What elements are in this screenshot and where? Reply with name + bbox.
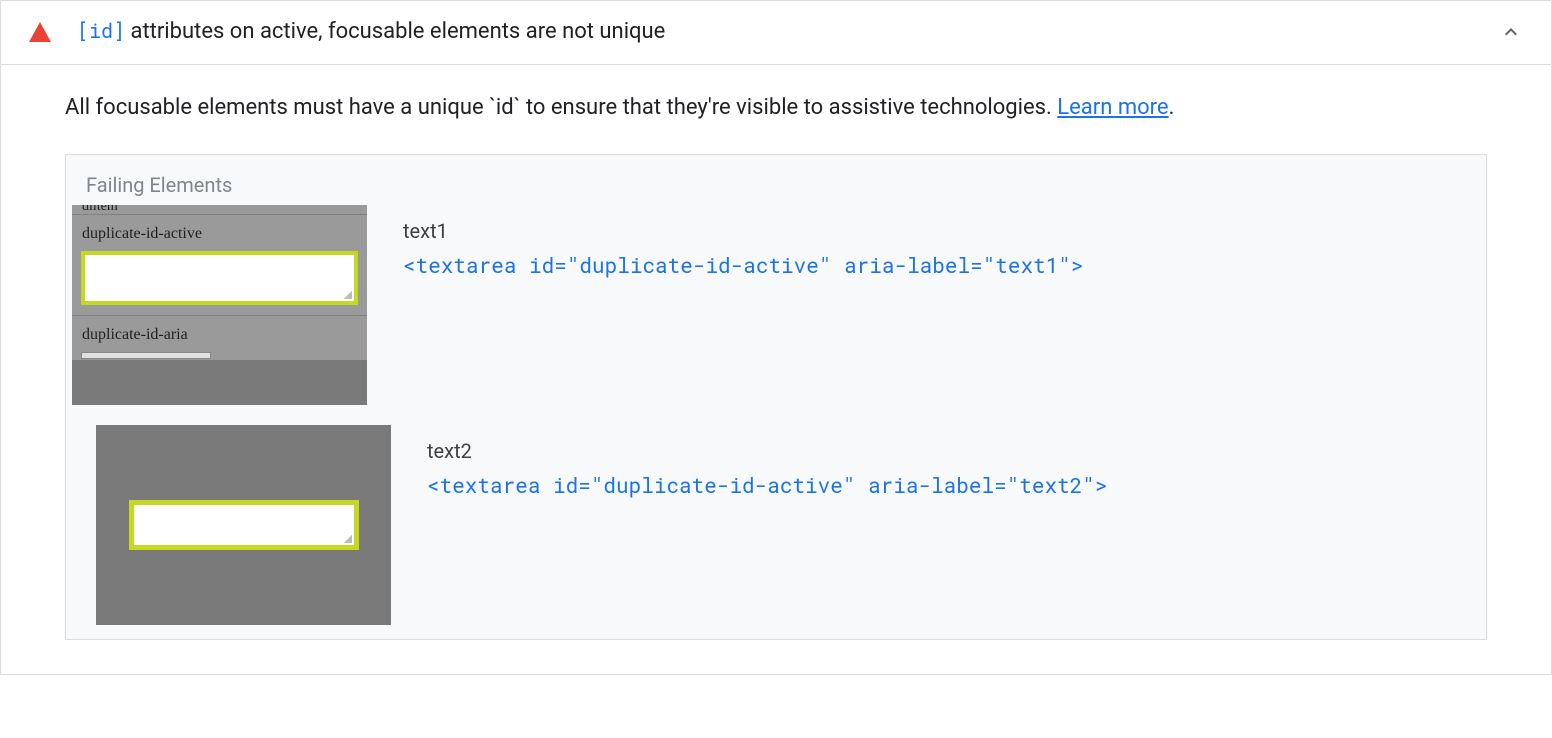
learn-more-link[interactable]: Learn more — [1057, 95, 1168, 120]
audit-title-code: [id] — [77, 18, 125, 44]
thumb-text: duplicate-id-aria — [72, 316, 367, 350]
highlighted-element — [81, 251, 358, 305]
highlighted-element — [129, 500, 359, 550]
audit-description: All focusable elements must have a uniqu… — [65, 91, 1487, 124]
period: . — [1169, 95, 1175, 120]
error-triangle-icon — [29, 22, 51, 42]
audit-item: [id] attributes on active, focusable ele… — [0, 0, 1552, 675]
failing-element-info: text1 <textarea id="duplicate-id-active"… — [403, 205, 1480, 279]
audit-title-text: attributes on active, focusable elements… — [125, 19, 665, 44]
thumb-text: duplicate-id-active — [72, 215, 367, 251]
element-label: text1 — [403, 219, 1480, 243]
thumb-tiny-box — [81, 352, 211, 359]
thumbnail-preview: dlitem duplicate-id-active duplicate-id-… — [72, 205, 367, 405]
element-label: text2 — [427, 439, 1480, 463]
failing-element-row[interactable]: dlitem duplicate-id-active duplicate-id-… — [72, 205, 1480, 405]
audit-header[interactable]: [id] attributes on active, focusable ele… — [1, 1, 1551, 65]
audit-title: [id] attributes on active, focusable ele… — [77, 17, 1483, 48]
element-source: <textarea id="duplicate-id-active" aria-… — [427, 471, 1480, 499]
thumbnail-preview — [96, 425, 391, 625]
thumb-text: dlitem — [72, 205, 367, 215]
element-source: <textarea id="duplicate-id-active" aria-… — [403, 251, 1480, 279]
failing-element-row[interactable]: text2 <textarea id="duplicate-id-active"… — [72, 425, 1480, 625]
failing-elements-title: Failing Elements — [66, 155, 1486, 205]
element-thumbnail: dlitem duplicate-id-active duplicate-id-… — [72, 205, 367, 405]
failing-elements-list: dlitem duplicate-id-active duplicate-id-… — [66, 205, 1486, 639]
audit-body: All focusable elements must have a uniqu… — [1, 65, 1551, 674]
audit-description-text: All focusable elements must have a uniqu… — [65, 95, 1057, 120]
element-thumbnail — [96, 425, 391, 625]
failing-element-info: text2 <textarea id="duplicate-id-active"… — [427, 425, 1480, 499]
chevron-up-icon[interactable] — [1499, 20, 1523, 44]
failing-elements-box: Failing Elements dlitem duplicate-id-act… — [65, 154, 1487, 640]
